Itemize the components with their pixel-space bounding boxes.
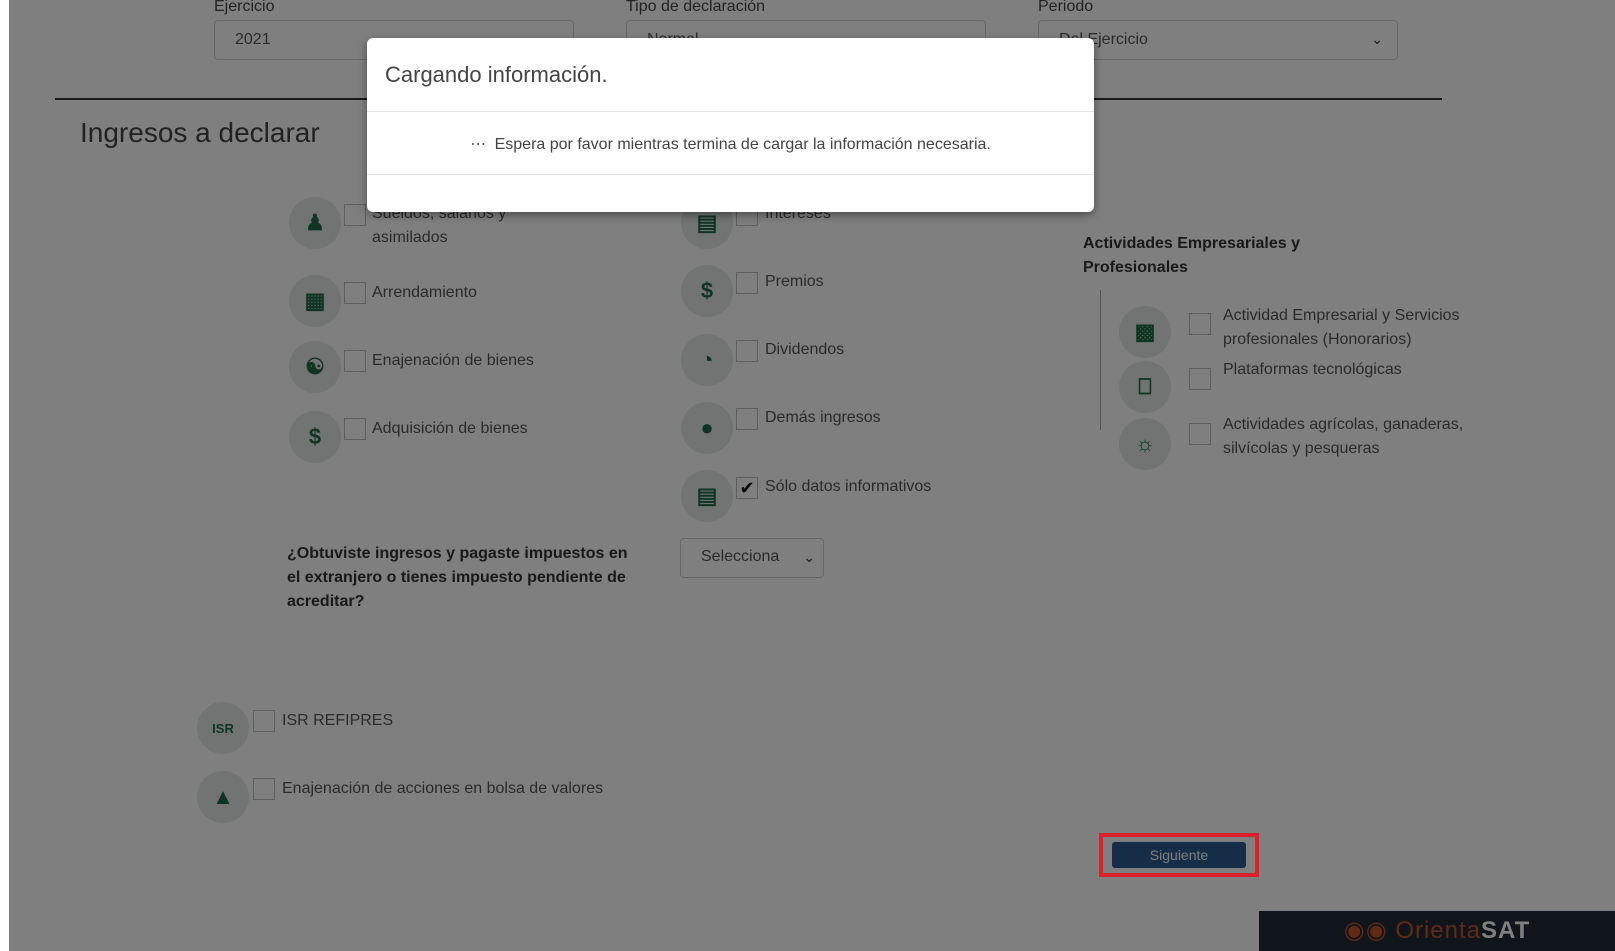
modal-footer-divider — [367, 174, 1094, 175]
loading-modal: Cargando información. ⋯ Espera por favor… — [367, 38, 1094, 212]
modal-title: Cargando información. — [385, 62, 608, 87]
modal-message: Espera por favor mientras termina de car… — [494, 136, 991, 153]
modal-body: ⋯ Espera por favor mientras termina de c… — [367, 134, 1094, 154]
spinner-icon: ⋯ — [470, 136, 487, 153]
next-button-highlight — [1099, 833, 1259, 877]
modal-header-divider — [367, 111, 1094, 112]
left-edge — [0, 0, 9, 951]
